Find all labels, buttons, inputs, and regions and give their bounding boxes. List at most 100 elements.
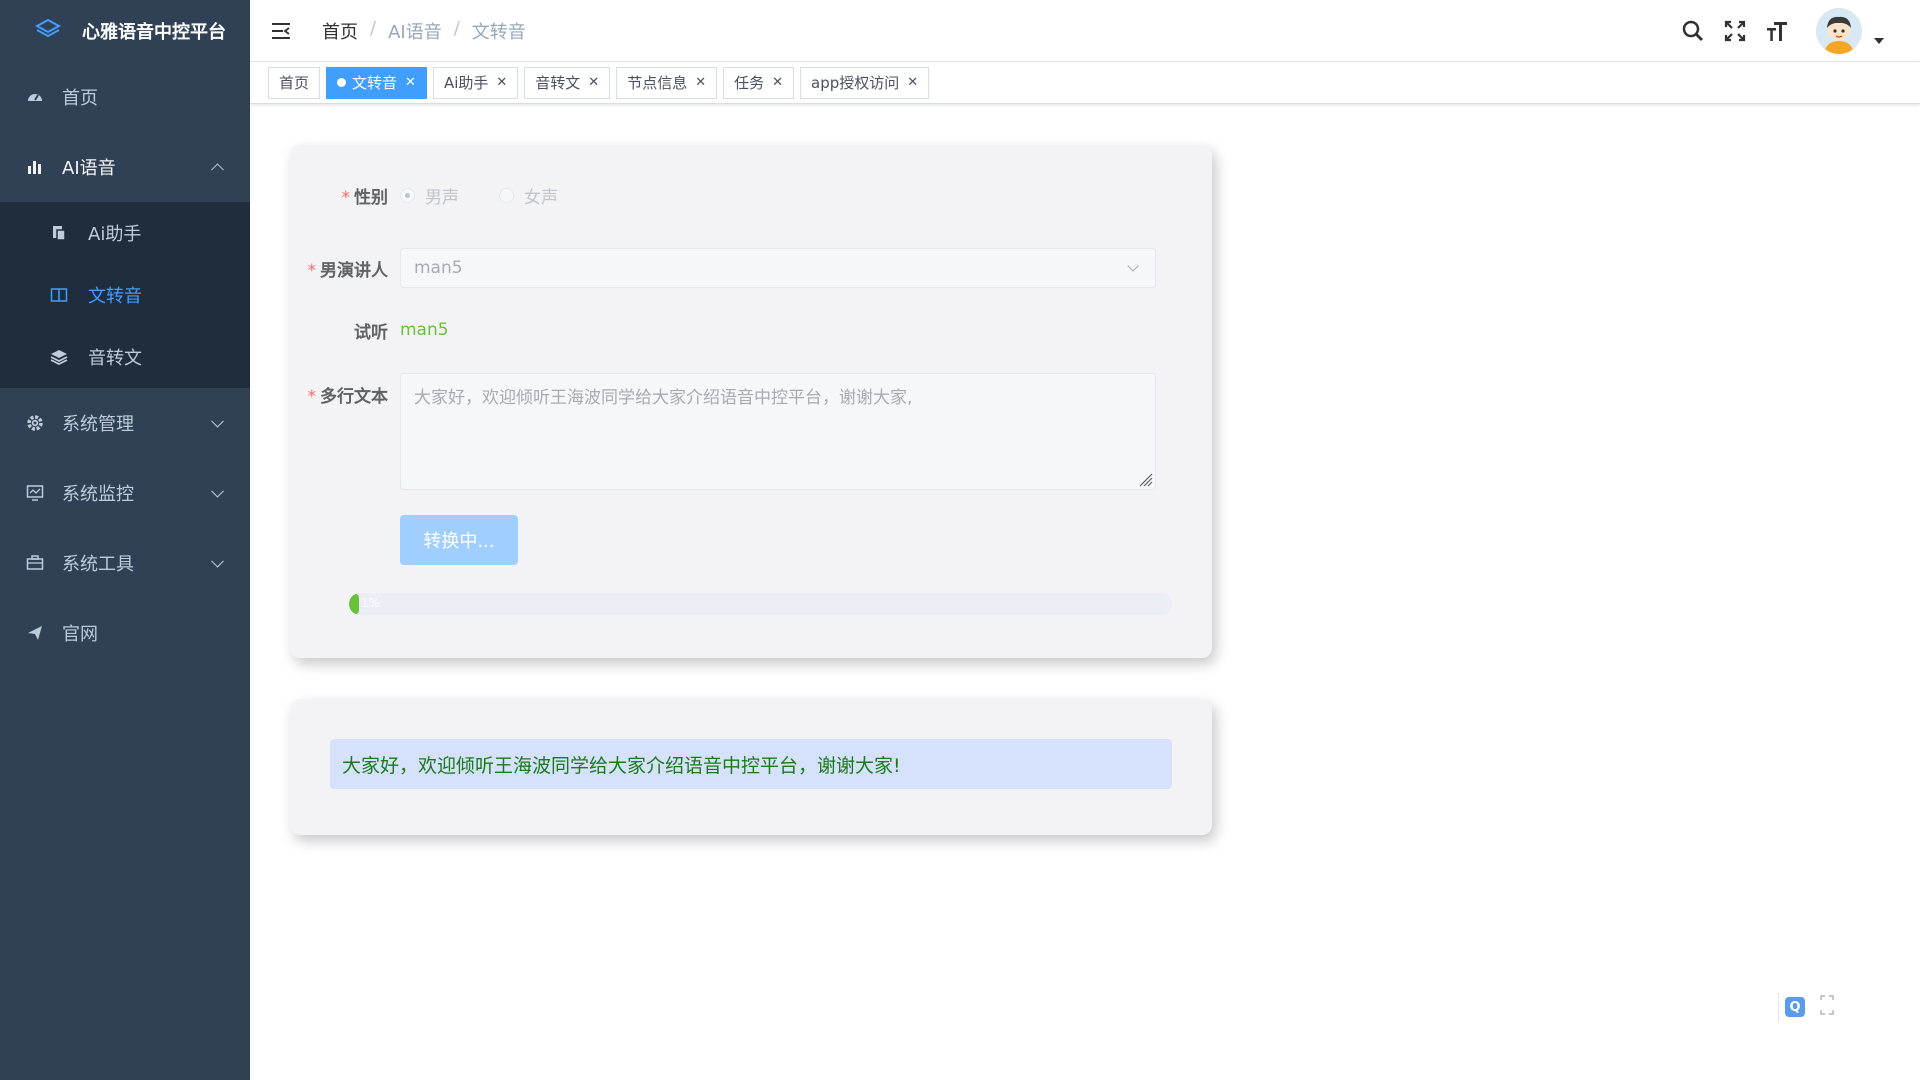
gender-label: * 性别	[341, 187, 389, 208]
text-label: * 多行文本	[307, 387, 389, 407]
sidebar-item-system-tools[interactable]: 系统工具	[0, 528, 250, 598]
submenu-ai-voice: Ai助手 文转音 音转文	[0, 202, 250, 388]
active-dot-icon	[337, 78, 347, 87]
sidebar-item-label: 文转音	[88, 286, 142, 307]
radio-label: 女声	[524, 187, 558, 208]
tag-label: 任务	[734, 74, 765, 92]
copy-icon	[50, 224, 68, 242]
tag-home[interactable]: 首页	[268, 66, 321, 99]
layers-icon	[50, 348, 68, 366]
resize-grip-icon[interactable]	[1137, 471, 1153, 487]
convert-button[interactable]: 转换中...	[400, 515, 518, 565]
search-icon[interactable]	[1672, 10, 1714, 52]
tag-label: 首页	[279, 74, 310, 92]
speaker-value: man5	[414, 258, 463, 278]
tag-node-info[interactable]: 节点信息 ✕	[616, 66, 718, 99]
font-size-icon[interactable]	[1756, 10, 1798, 52]
close-icon[interactable]: ✕	[772, 75, 783, 90]
listen-link[interactable]: man5	[400, 320, 449, 340]
speaker-row: * 男演讲人 man5	[290, 248, 1212, 288]
breadcrumb-current: 文转音	[471, 22, 526, 43]
breadcrumb-separator: /	[453, 18, 460, 39]
sidebar-item-speech-to-text[interactable]: 音转文	[0, 326, 250, 388]
scan-icon[interactable]	[1820, 995, 1834, 1019]
sidebar-item-system-monitor[interactable]: 系统监控	[0, 458, 250, 528]
breadcrumb-ai-voice: AI语音	[388, 22, 442, 43]
sidebar-item-ai-assistant[interactable]: Ai助手	[0, 202, 250, 264]
close-icon[interactable]: ✕	[588, 75, 599, 90]
listen-row: 试听 man5	[290, 310, 1212, 350]
tag-label: 文转音	[352, 74, 398, 92]
text-row: * 多行文本 大家好，欢迎倾听王海波同学给大家介绍语音中控平台，谢谢大家,	[290, 373, 1212, 490]
dashboard-icon	[26, 88, 44, 106]
listen-label: 试听	[354, 322, 388, 343]
tag-ai-assistant[interactable]: Ai助手 ✕	[432, 66, 519, 99]
conversion-progress: 1%	[349, 593, 1172, 615]
sidebar-item-label: 音转文	[88, 348, 142, 369]
result-text: 大家好，欢迎倾听王海波同学给大家介绍语音中控平台，谢谢大家!	[330, 739, 1172, 789]
tags-view: 首页 文转音 ✕ Ai助手 ✕ 音转文 ✕ 节点信息 ✕ 任务 ✕ app授权访…	[250, 62, 1920, 104]
sidebar-item-label: 首页	[62, 88, 98, 109]
progress-bar-fill	[349, 593, 359, 615]
logo-icon	[34, 15, 62, 47]
speaker-select[interactable]: man5	[400, 248, 1156, 288]
caret-down-icon[interactable]	[1874, 38, 1884, 44]
send-icon	[26, 624, 44, 642]
tag-task[interactable]: 任务 ✕	[723, 66, 795, 99]
toolbox-icon	[26, 554, 44, 572]
tag-label: 音转文	[535, 74, 581, 92]
fullscreen-icon[interactable]	[1714, 10, 1756, 52]
progress-text: 1%	[361, 596, 381, 610]
sidebar-item-system-management[interactable]: 系统管理	[0, 388, 250, 458]
close-icon[interactable]: ✕	[496, 75, 507, 90]
result-card: 大家好，欢迎倾听王海波同学给大家介绍语音中控平台，谢谢大家!	[290, 699, 1212, 835]
navbar-right	[1672, 0, 1920, 62]
tag-label: 节点信息	[627, 74, 688, 92]
app-root: 心雅语音中控平台 首页 AI语音 Ai助手 文转音 音转文 系统管理 系统监控 …	[0, 0, 1920, 1080]
sidebar-item-official-site[interactable]: 官网	[0, 598, 250, 668]
radio-male[interactable]: 男声	[400, 183, 459, 208]
radio-circle	[499, 187, 514, 203]
submit-row: 转换中...	[290, 515, 1212, 565]
tag-app-auth[interactable]: app授权访问 ✕	[800, 66, 930, 99]
radio-female[interactable]: 女声	[499, 183, 558, 208]
tag-text-to-speech[interactable]: 文转音 ✕	[326, 66, 427, 99]
sidebar-item-label: AI语音	[62, 158, 116, 179]
tag-speech-to-text[interactable]: 音转文 ✕	[524, 66, 611, 99]
sidebar-item-label: 系统监控	[62, 484, 134, 505]
breadcrumb-home[interactable]: 首页	[322, 18, 358, 44]
text-input[interactable]: 大家好，欢迎倾听王海波同学给大家介绍语音中控平台，谢谢大家,	[400, 373, 1156, 490]
gender-row: * 性别 男声 女声	[290, 175, 1212, 215]
radio-circle	[400, 187, 415, 203]
breadcrumb-separator: /	[370, 18, 377, 39]
sidebar: 心雅语音中控平台 首页 AI语音 Ai助手 文转音 音转文 系统管理 系统监控 …	[0, 0, 250, 1080]
logo[interactable]: 心雅语音中控平台	[0, 0, 250, 62]
bar-chart-icon	[26, 158, 44, 176]
sidebar-item-label: 官网	[62, 624, 98, 645]
gear-icon	[26, 414, 44, 432]
hamburger-icon[interactable]	[270, 20, 292, 42]
text-value: 大家好，欢迎倾听王海波同学给大家介绍语音中控平台，谢谢大家,	[414, 388, 913, 408]
sidebar-item-home[interactable]: 首页	[0, 62, 250, 132]
chevron-down-icon	[211, 554, 224, 568]
close-icon[interactable]: ✕	[695, 75, 706, 90]
chevron-down-icon	[1127, 260, 1139, 272]
book-icon	[50, 286, 68, 304]
breadcrumb: 首页 / AI语音 / 文转音	[322, 18, 526, 44]
sidebar-item-label: Ai助手	[88, 224, 142, 245]
sidebar-item-text-to-speech[interactable]: 文转音	[0, 264, 250, 326]
tts-form-card: * 性别 男声 女声 * 男演讲人 man5 试听 man5 * 多行文本 大家…	[290, 145, 1212, 658]
app-title: 心雅语音中控平台	[82, 22, 226, 43]
chevron-up-icon	[211, 163, 224, 177]
sidebar-item-label: 系统管理	[62, 414, 134, 435]
q-button[interactable]: Q	[1785, 997, 1805, 1017]
close-icon[interactable]: ✕	[405, 75, 416, 90]
floating-toolbar: Q	[1778, 993, 1834, 1021]
avatar[interactable]	[1816, 8, 1862, 54]
chevron-down-icon	[211, 484, 224, 498]
monitor-icon	[26, 484, 44, 502]
sidebar-item-ai-voice[interactable]: AI语音	[0, 132, 250, 202]
close-icon[interactable]: ✕	[907, 75, 918, 90]
sidebar-item-label: 系统工具	[62, 554, 134, 575]
radio-label: 男声	[425, 187, 459, 208]
